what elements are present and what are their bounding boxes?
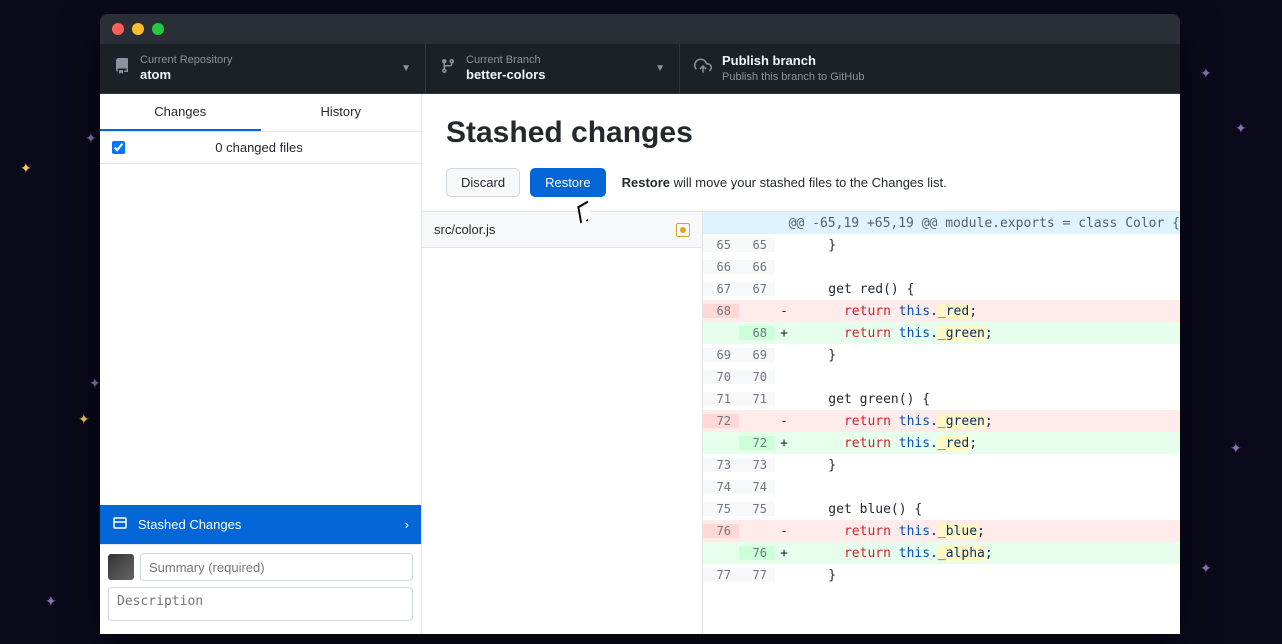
diff-line: 72- return this._green;	[703, 410, 1180, 432]
discard-button[interactable]: Discard	[446, 168, 520, 197]
hunk-header: @@ -65,19 +65,19 @@ module.exports = cla…	[703, 212, 1180, 234]
diff-line: 7373 }	[703, 454, 1180, 476]
tab-history[interactable]: History	[261, 94, 422, 131]
page-title: Stashed changes	[446, 116, 1156, 150]
diff-line: 7474	[703, 476, 1180, 498]
sparkle-icon: ✦	[78, 411, 90, 428]
chevron-down-icon: ▼	[401, 63, 411, 74]
branch-value: better-colors	[466, 67, 655, 84]
close-icon[interactable]	[112, 23, 124, 35]
diff-line: 68+ return this._green;	[703, 322, 1180, 344]
minimize-icon[interactable]	[132, 23, 144, 35]
diff-view[interactable]: @@ -65,19 +65,19 @@ module.exports = cla…	[703, 212, 1180, 634]
publish-label: Publish branch	[722, 53, 1166, 70]
repo-label: Current Repository	[140, 53, 401, 67]
chevron-down-icon: ▼	[655, 63, 665, 74]
repo-value: atom	[140, 67, 401, 84]
avatar	[108, 554, 134, 580]
diff-line: 6969 }	[703, 344, 1180, 366]
main-panel: Stashed changes Discard Restore Restore …	[422, 94, 1180, 634]
chevron-right-icon: ›	[405, 517, 409, 532]
diff-line: 6767 get red() {	[703, 278, 1180, 300]
file-list	[100, 164, 421, 505]
diff-line: 6666	[703, 256, 1180, 278]
diff-line: 7171 get green() {	[703, 388, 1180, 410]
diff-line: 7070	[703, 366, 1180, 388]
diff-line: 72+ return this._red;	[703, 432, 1180, 454]
sparkle-icon: ✦	[20, 160, 32, 177]
restore-button[interactable]: Restore	[530, 168, 606, 197]
stashed-changes-button[interactable]: Stashed Changes ›	[100, 505, 421, 544]
diff-line: 6565 }	[703, 234, 1180, 256]
diff-file-list: src/color.js	[422, 212, 703, 634]
cloud-upload-icon	[694, 57, 712, 80]
sidebar: Changes History 0 changed files Stashed …	[100, 94, 422, 634]
branch-icon	[440, 58, 456, 79]
publish-button[interactable]: Publish branch Publish this branch to Gi…	[680, 44, 1180, 93]
repo-dropdown[interactable]: Current Repository atom ▼	[100, 44, 426, 93]
repo-icon	[114, 58, 130, 79]
sparkle-icon: ✦	[85, 130, 97, 147]
tab-changes[interactable]: Changes	[100, 94, 261, 131]
sparkle-icon: ✦	[1235, 120, 1247, 137]
sparkle-icon: ✦	[1200, 65, 1212, 82]
files-count: 0 changed files	[109, 140, 409, 155]
diff-file-name: src/color.js	[434, 222, 495, 237]
cursor-icon	[578, 204, 592, 222]
toolbar: Current Repository atom ▼ Current Branch…	[100, 44, 1180, 94]
diff-line: 76+ return this._alpha;	[703, 542, 1180, 564]
diff-line: 68- return this._red;	[703, 300, 1180, 322]
help-text: Restore will move your stashed files to …	[622, 175, 947, 190]
modified-icon	[676, 223, 690, 237]
branch-label: Current Branch	[466, 53, 655, 67]
fullscreen-icon[interactable]	[152, 23, 164, 35]
commit-summary-input[interactable]	[140, 553, 413, 581]
sparkle-icon: ✦	[89, 375, 101, 392]
sparkle-icon: ✦	[45, 593, 57, 610]
titlebar[interactable]	[100, 14, 1180, 44]
stash-icon	[112, 515, 128, 534]
diff-line: 7777 }	[703, 564, 1180, 586]
stashed-label: Stashed Changes	[138, 517, 241, 532]
commit-form	[100, 544, 421, 634]
publish-sub: Publish this branch to GitHub	[722, 70, 1166, 84]
diff-line: 76- return this._blue;	[703, 520, 1180, 542]
sparkle-icon: ✦	[1200, 560, 1212, 577]
commit-description-input[interactable]	[108, 587, 413, 621]
app-window: Current Repository atom ▼ Current Branch…	[100, 14, 1180, 634]
branch-dropdown[interactable]: Current Branch better-colors ▼	[426, 44, 680, 93]
sparkle-icon: ✦	[1230, 440, 1242, 457]
diff-file-item[interactable]: src/color.js	[422, 212, 702, 248]
files-header: 0 changed files	[100, 132, 421, 164]
diff-line: 7575 get blue() {	[703, 498, 1180, 520]
